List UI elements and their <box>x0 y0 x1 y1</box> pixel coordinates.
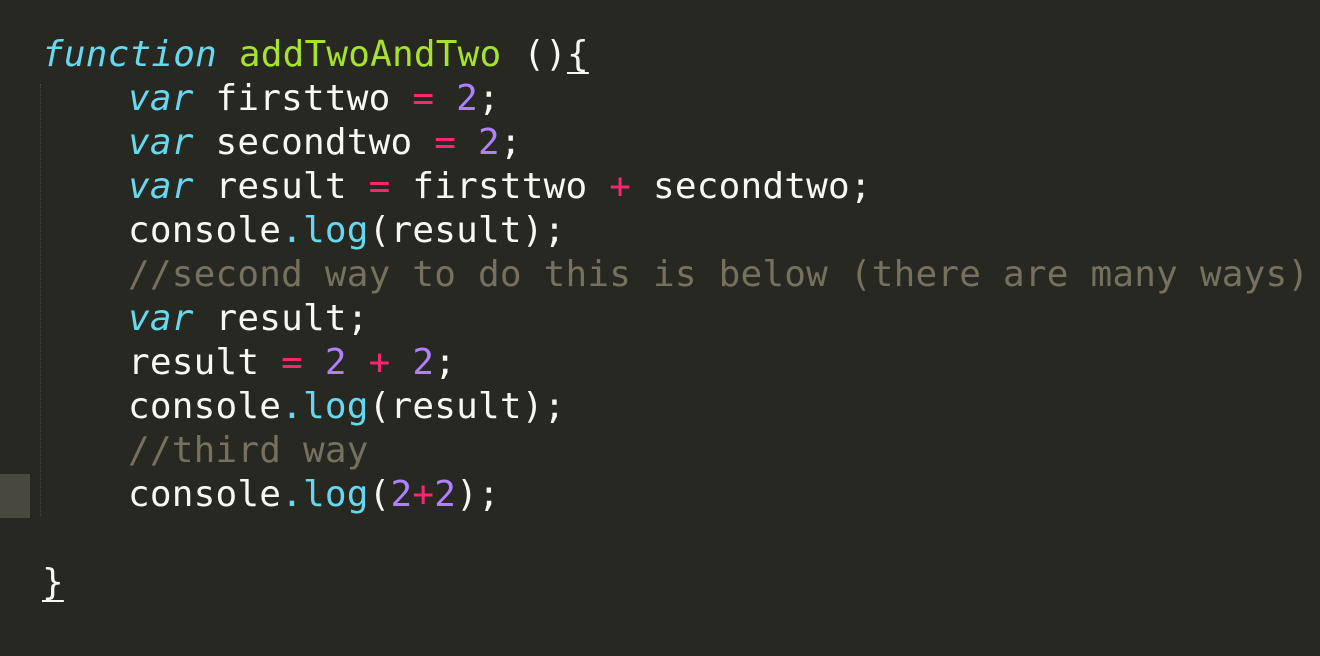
member-dot: . <box>281 210 303 251</box>
code-line-7[interactable]: var result; <box>42 297 369 341</box>
identifier: result <box>128 342 260 383</box>
semicolon: ; <box>499 122 522 163</box>
semicolon: ; <box>434 342 457 383</box>
log-method: log <box>303 210 369 251</box>
log-method: log <box>303 386 369 427</box>
identifier: secondtwo <box>215 122 413 163</box>
console-object: console <box>128 210 282 251</box>
var-keyword: var <box>128 122 194 163</box>
number-literal: 2 <box>478 122 500 163</box>
identifier: secondtwo; <box>653 166 872 207</box>
function-keyword: function <box>42 34 217 75</box>
code-line-4[interactable]: var result = firsttwo + secondtwo; <box>42 165 872 209</box>
identifier: result; <box>215 298 369 339</box>
number-literal: 2 <box>412 342 435 383</box>
var-keyword: var <box>128 298 194 339</box>
code-editor[interactable]: function addTwoAndTwo (){ var firsttwo =… <box>0 0 1320 656</box>
identifier: result <box>215 166 347 207</box>
plus-operator: + <box>412 474 435 515</box>
console-object: console <box>128 474 282 515</box>
close-paren-semicolon: ); <box>456 474 500 515</box>
assign-operator: = <box>368 166 391 207</box>
code-line-10[interactable]: //third way <box>42 429 369 473</box>
call-args: (result); <box>368 386 566 427</box>
code-line-8[interactable]: result = 2 + 2; <box>42 341 456 385</box>
function-parens: () <box>523 34 567 75</box>
call-args: (result); <box>368 210 566 251</box>
log-method: log <box>303 474 369 515</box>
code-line-6[interactable]: //second way to do this is below (there … <box>42 253 1309 297</box>
number-literal: 2 <box>434 474 457 515</box>
member-dot: . <box>281 474 303 515</box>
current-line-gutter-highlight <box>0 474 30 518</box>
assign-operator: = <box>412 78 435 119</box>
number-literal: 2 <box>456 78 478 119</box>
code-line-5[interactable]: console.log(result); <box>42 209 566 253</box>
code-line-2[interactable]: var firsttwo = 2; <box>42 77 500 121</box>
plus-operator: + <box>609 166 632 207</box>
function-name: addTwoAndTwo <box>238 34 502 75</box>
assign-operator: = <box>281 342 303 383</box>
code-line-11[interactable]: console.log(2+2); <box>42 473 500 517</box>
comment: //third way <box>128 430 369 471</box>
member-dot: . <box>281 386 303 427</box>
var-keyword: var <box>128 166 194 207</box>
assign-operator: = <box>434 122 457 163</box>
code-line-9[interactable]: console.log(result); <box>42 385 566 429</box>
identifier: firsttwo <box>412 166 588 207</box>
open-brace: { <box>567 34 589 75</box>
number-literal: 2 <box>390 474 413 515</box>
semicolon: ; <box>478 78 500 119</box>
console-object: console <box>128 386 282 427</box>
indent-guide <box>40 84 41 516</box>
code-line-3[interactable]: var secondtwo = 2; <box>42 121 522 165</box>
var-keyword: var <box>128 78 194 119</box>
open-paren: ( <box>368 474 391 515</box>
close-brace: } <box>42 562 64 603</box>
identifier: firsttwo <box>215 78 391 119</box>
number-literal: 2 <box>324 342 347 383</box>
comment: //second way to do this is below (there … <box>128 254 1310 295</box>
plus-operator: + <box>368 342 391 383</box>
code-line-1[interactable]: function addTwoAndTwo (){ <box>42 33 589 77</box>
code-line-13[interactable]: } <box>42 561 64 605</box>
